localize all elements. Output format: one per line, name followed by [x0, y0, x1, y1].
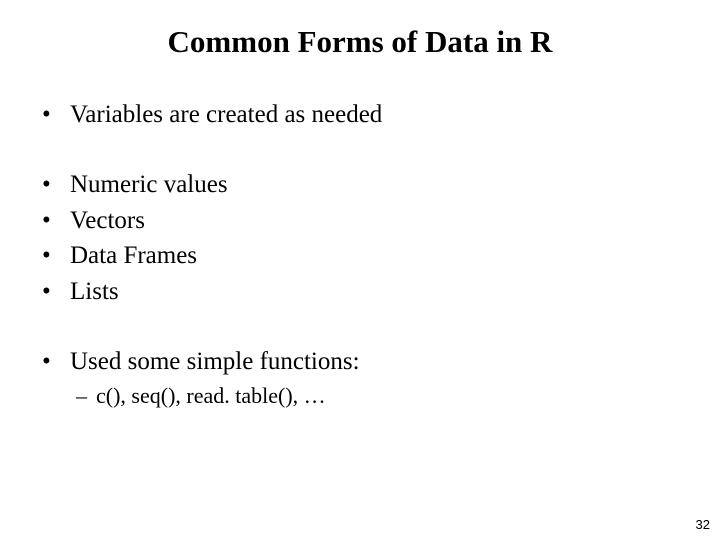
bullet-item: • Data Frames [40, 239, 680, 273]
slide-title: Common Forms of Data in R [40, 24, 680, 60]
bullet-dot-icon: • [40, 98, 70, 132]
sub-text: c(), seq(), read. table(), … [96, 381, 680, 411]
bullet-item: • Lists [40, 275, 680, 309]
bullet-item: • Vectors [40, 204, 680, 238]
bullet-text: Used some simple functions: [70, 345, 680, 379]
bullet-dot-icon: • [40, 275, 70, 309]
page-number: 32 [696, 517, 710, 532]
bullet-group-1: • Variables are created as needed [40, 98, 680, 132]
bullet-dot-icon: • [40, 168, 70, 202]
dash-icon: – [76, 381, 96, 411]
bullet-text: Numeric values [70, 168, 680, 202]
bullet-group-3: • Used some simple functions: – c(), seq… [40, 345, 680, 410]
slide: Common Forms of Data in R • Variables ar… [0, 0, 720, 540]
bullet-dot-icon: • [40, 204, 70, 238]
bullet-text: Data Frames [70, 239, 680, 273]
bullet-text: Lists [70, 275, 680, 309]
bullet-item: • Used some simple functions: [40, 345, 680, 379]
bullet-text: Vectors [70, 204, 680, 238]
bullet-item: • Variables are created as needed [40, 98, 680, 132]
bullet-dot-icon: • [40, 239, 70, 273]
sub-item: – c(), seq(), read. table(), … [40, 381, 680, 411]
bullet-text: Variables are created as needed [70, 98, 680, 132]
bullet-dot-icon: • [40, 345, 70, 379]
bullet-group-2: • Numeric values • Vectors • Data Frames… [40, 168, 680, 309]
bullet-item: • Numeric values [40, 168, 680, 202]
